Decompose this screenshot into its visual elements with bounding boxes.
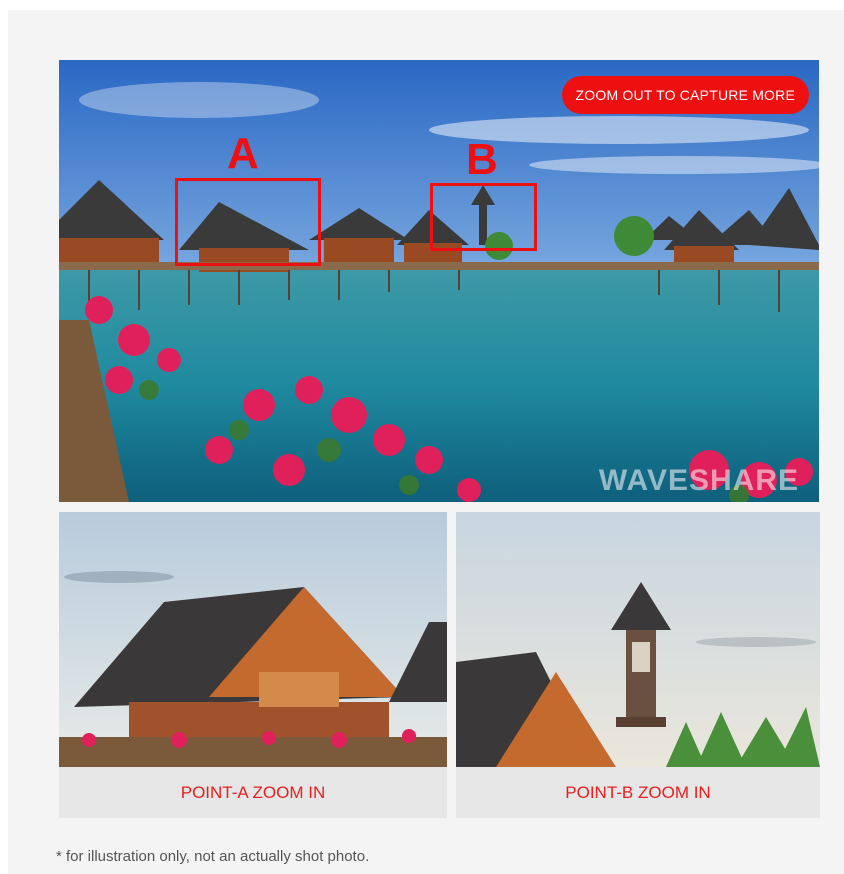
zoom-panel-b: POINT-B ZOOM IN (456, 512, 820, 818)
main-photo: A B ZOOM OUT TO CAPTURE MORE WAVESHARE (59, 60, 819, 502)
marker-box-b (430, 183, 537, 251)
caption-point-b: POINT-B ZOOM IN (565, 782, 711, 802)
tower-closeup-illustration (456, 512, 820, 767)
marker-label-b: B (466, 135, 498, 184)
resort-scene-illustration (59, 60, 819, 502)
hut-closeup-illustration (59, 512, 447, 767)
caption-point-a: POINT-A ZOOM IN (180, 782, 326, 802)
watermark: WAVESHARE (598, 464, 799, 497)
marker-box-a (175, 178, 321, 266)
marker-label-a: A (227, 129, 259, 178)
zoom-photo-b (456, 512, 820, 767)
footnote: * for illustration only, not an actually… (56, 848, 370, 865)
zoom-photo-a (59, 512, 447, 767)
zoom-out-badge[interactable]: ZOOM OUT TO CAPTURE MORE (561, 76, 809, 114)
zoom-panel-a: POINT-A ZOOM IN (59, 512, 447, 818)
